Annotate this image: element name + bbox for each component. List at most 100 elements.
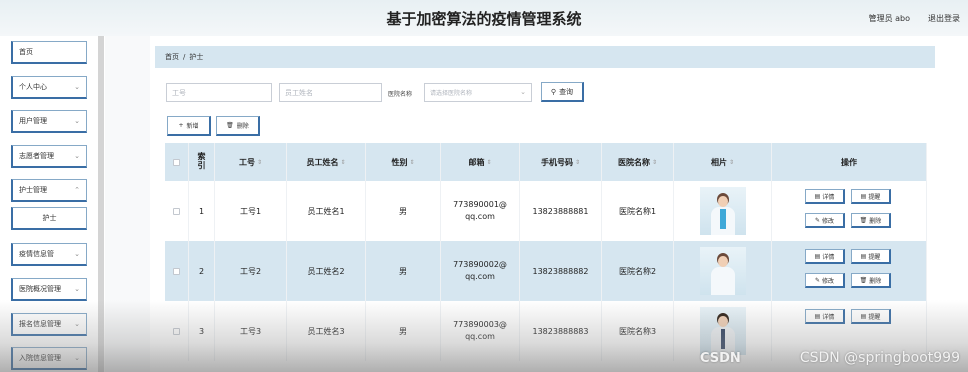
- header-label: 性别: [391, 157, 408, 167]
- logout-link[interactable]: 退出登录: [928, 13, 960, 24]
- row-checkbox[interactable]: [173, 267, 180, 275]
- cell-employee-name: 员工姓名2: [287, 241, 366, 301]
- remind-button[interactable]: ▤ 提醒: [851, 309, 891, 324]
- cell-job-number: 工号1: [215, 181, 287, 241]
- cell-operation: ▤ 详情 ▤ 提醒 ✎ 修改 🗑 删除: [772, 181, 927, 241]
- sidebar-item-label: 入院信息管理: [19, 354, 61, 362]
- sidebar-item-volunteer-management[interactable]: 志愿者管理 ⌄: [11, 145, 87, 168]
- header-gender[interactable]: 性别 ⇕: [366, 143, 441, 181]
- header-label: 手机号码: [540, 157, 573, 167]
- breadcrumb-home[interactable]: 首页: [165, 52, 179, 62]
- trash-icon: 🗑: [859, 276, 868, 284]
- hospital-label: 医院名称: [388, 91, 413, 98]
- header-employee-name[interactable]: 员工姓名 ⇕: [287, 143, 366, 181]
- sort-icon: ⇕: [340, 158, 346, 166]
- sidebar-item-personal-center[interactable]: 个人中心 ⌄: [11, 76, 87, 99]
- cell-phone: 13823888883: [520, 301, 602, 361]
- header-phone[interactable]: 手机号码 ⇕: [520, 143, 602, 181]
- cell-operation: ▤ 详情 ▤ 提醒 ✎ 修改 🗑 删除: [772, 241, 927, 301]
- cell-hospital: 医院名称1: [602, 181, 674, 241]
- sidebar-item-hospital-overview[interactable]: 医院概况管理 ⌄: [11, 278, 87, 301]
- cell-hospital: 医院名称2: [602, 241, 674, 301]
- add-button[interactable]: + 新增: [167, 116, 211, 136]
- row-checkbox[interactable]: [173, 207, 180, 215]
- detail-button[interactable]: ▤ 详情: [805, 249, 845, 264]
- delete-button[interactable]: 🗑 删除: [216, 116, 260, 136]
- select-all-cell: [165, 143, 189, 181]
- row-delete-button[interactable]: 🗑 删除: [851, 273, 891, 288]
- sidebar-item-epidemic-info[interactable]: 疫情信息管 ⌄: [11, 243, 87, 266]
- document-icon: ▤: [814, 192, 821, 200]
- document-icon: ▤: [814, 312, 821, 320]
- cell-job-number: 工号2: [215, 241, 287, 301]
- employee-name-placeholder: 员工姓名: [285, 88, 313, 97]
- query-button[interactable]: ⚲ 查询: [541, 82, 584, 102]
- remind-button[interactable]: ▤ 提醒: [851, 249, 891, 264]
- sidebar-item-label: 护士管理: [19, 186, 47, 194]
- sort-icon: ⇕: [574, 158, 581, 166]
- sidebar-item-label: 护士: [42, 214, 57, 222]
- remind-button[interactable]: ▤ 提醒: [851, 189, 891, 204]
- bell-icon: ▤: [860, 312, 867, 320]
- sidebar-scrollbar[interactable]: [98, 36, 104, 372]
- sidebar-item-registration-info[interactable]: 报名信息管理 ⌄: [11, 313, 87, 336]
- sort-icon: ⇕: [486, 158, 492, 166]
- chevron-down-icon: ⌄: [74, 250, 80, 258]
- hospital-select[interactable]: 请选择医院名称 ⌄: [424, 83, 532, 102]
- cell-gender: 男: [366, 241, 441, 301]
- row-delete-button[interactable]: 🗑 删除: [851, 213, 891, 228]
- chevron-down-icon: ⌄: [74, 354, 80, 362]
- query-label: 查询: [559, 87, 574, 96]
- sidebar-item-user-management[interactable]: 用户管理 ⌄: [11, 110, 87, 133]
- cell-job-number: 工号3: [215, 301, 287, 361]
- sidebar-item-label: 首页: [19, 48, 33, 56]
- employee-name-input[interactable]: 员工姓名: [279, 83, 382, 102]
- cell-email: 773890002@qq.com: [441, 241, 520, 301]
- detail-button[interactable]: ▤ 详情: [805, 189, 845, 204]
- cell-gender: 男: [366, 301, 441, 361]
- nurse-photo[interactable]: [699, 187, 746, 235]
- header-index[interactable]: 索引: [189, 143, 215, 181]
- cell-hospital: 医院名称3: [602, 301, 674, 361]
- sidebar-item-nurse-management[interactable]: 护士管理 ⌃: [11, 179, 87, 202]
- admin-label: 管理员 abo: [868, 14, 910, 23]
- detail-label: 详情: [822, 193, 835, 201]
- sidebar-item-label: 用户管理: [19, 117, 47, 125]
- sort-icon: ⇕: [651, 158, 658, 166]
- job-number-placeholder: 工号: [172, 88, 186, 97]
- edit-button[interactable]: ✎ 修改: [805, 273, 845, 288]
- row-select-cell: [165, 241, 189, 301]
- header-label: 工号: [238, 157, 255, 167]
- edit-button[interactable]: ✎ 修改: [805, 213, 845, 228]
- nurse-photo[interactable]: [699, 307, 746, 355]
- detail-label: 详情: [822, 313, 835, 321]
- remind-label: 提醒: [868, 193, 881, 201]
- select-all-checkbox[interactable]: [173, 158, 180, 166]
- job-number-input[interactable]: 工号: [166, 83, 272, 102]
- sidebar-item-label: 个人中心: [19, 83, 47, 91]
- header-job-number[interactable]: 工号 ⇕: [215, 143, 287, 181]
- watermark-logo: CSDN: [700, 351, 741, 366]
- sidebar-subitem-nurse[interactable]: 护士: [11, 207, 87, 230]
- remind-label: 提醒: [868, 313, 881, 321]
- sidebar-item-admission-info[interactable]: 入院信息管理 ⌄: [11, 347, 87, 370]
- edit-icon: ✎: [814, 216, 820, 224]
- watermark-text: CSDN @springboot999: [799, 350, 960, 366]
- trash-icon: 🗑: [226, 122, 234, 129]
- header-hospital[interactable]: 医院名称 ⇕: [602, 143, 674, 181]
- chevron-down-icon: ⌄: [74, 117, 80, 125]
- edit-icon: ✎: [814, 276, 820, 284]
- cell-employee-name: 员工姓名1: [287, 181, 366, 241]
- row-checkbox[interactable]: [173, 327, 180, 335]
- sidebar-item-home[interactable]: 首页: [11, 41, 87, 64]
- nurse-photo[interactable]: [699, 247, 746, 295]
- header-photo[interactable]: 相片 ⇕: [674, 143, 772, 181]
- decorative-panel: [105, 36, 150, 372]
- remind-label: 提醒: [868, 253, 881, 261]
- sidebar-item-label: 报名信息管理: [19, 320, 61, 328]
- header-label: 操作: [841, 157, 857, 167]
- document-icon: ▤: [814, 252, 821, 260]
- header-label: 邮箱: [468, 157, 485, 167]
- header-email[interactable]: 邮箱 ⇕: [441, 143, 520, 181]
- detail-button[interactable]: ▤ 详情: [805, 309, 845, 324]
